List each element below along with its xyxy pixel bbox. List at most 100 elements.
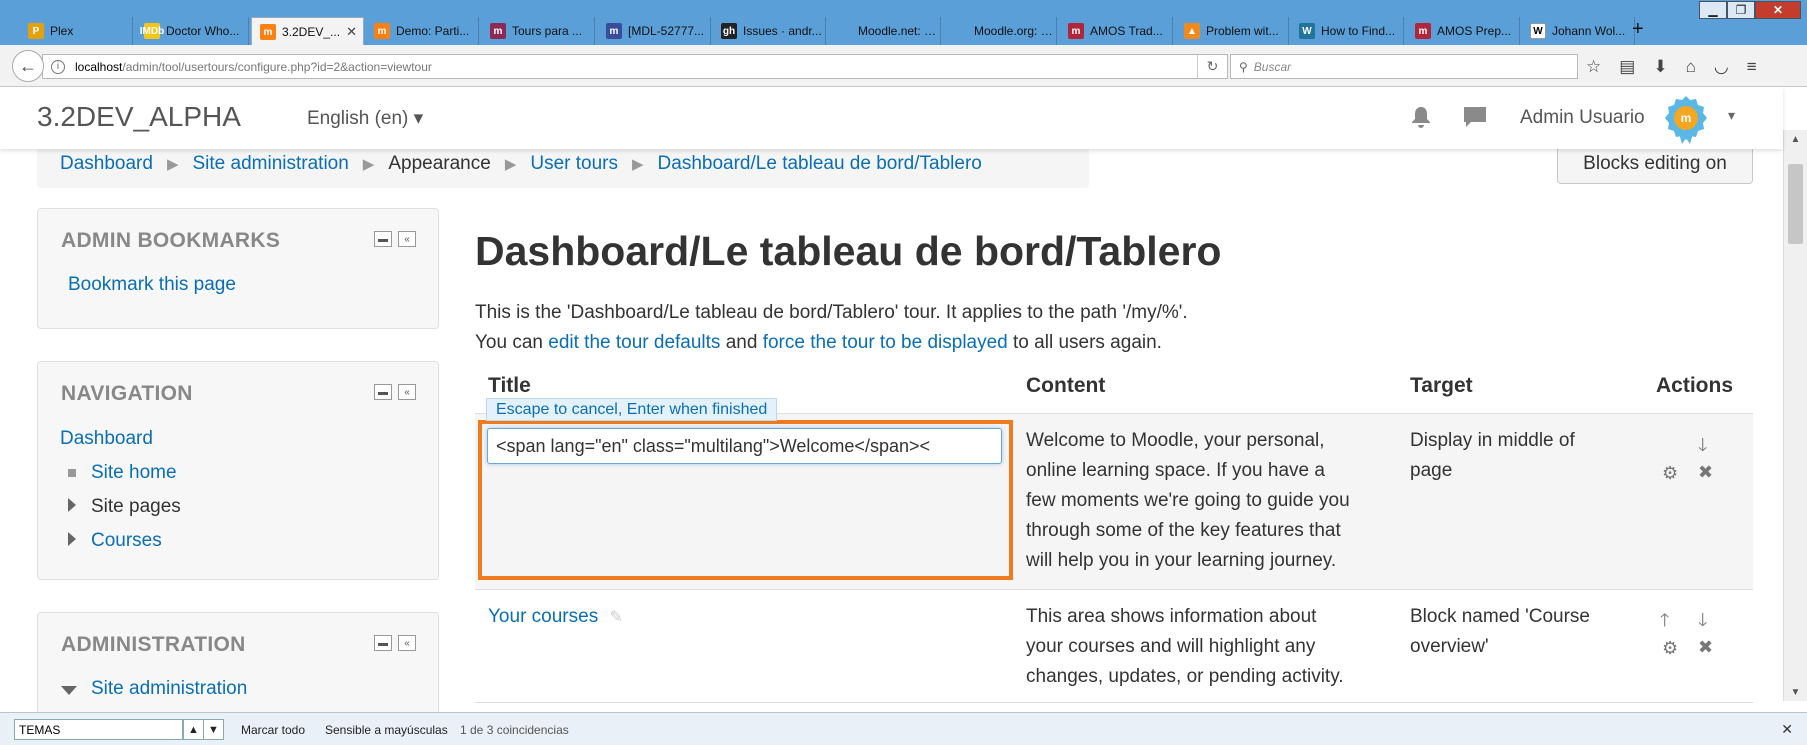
- force-tour-display-link[interactable]: force the tour to be displayed: [763, 332, 1008, 353]
- find-next-icon[interactable]: ▼: [203, 719, 224, 740]
- delete-icon[interactable]: ✖: [1698, 637, 1713, 658]
- edit-settings-gear-icon[interactable]: ⚙: [1662, 638, 1678, 659]
- move-up-icon[interactable]: 🡑: [1660, 608, 1669, 638]
- dock-icon[interactable]: «: [398, 231, 416, 247]
- minimize-button[interactable]: ▁: [1699, 1, 1727, 19]
- browser-tab[interactable]: m AMOS Prep...: [1407, 17, 1520, 45]
- browser-tab[interactable]: m AMOS Trad...: [1060, 17, 1173, 45]
- tour-description: This is the 'Dashboard/Le tableau de bor…: [475, 302, 1188, 323]
- find-previous-icon[interactable]: ▲: [183, 719, 204, 740]
- pocket-icon[interactable]: ◡: [1714, 57, 1729, 77]
- browser-tab[interactable]: Moodle.net: Use...: [828, 17, 941, 45]
- breadcrumb-site-administration[interactable]: Site administration: [193, 153, 349, 175]
- move-down-icon[interactable]: 🡓: [1698, 433, 1707, 463]
- maximize-button[interactable]: ❐: [1727, 1, 1755, 19]
- nav-site-home-link[interactable]: Site home: [91, 462, 177, 484]
- close-window-button[interactable]: ✕: [1755, 1, 1801, 19]
- home-icon[interactable]: ⌂: [1686, 57, 1696, 77]
- expand-arrow-icon[interactable]: [68, 532, 76, 546]
- bookmark-this-page-link[interactable]: Bookmark this page: [68, 274, 236, 296]
- close-find-bar-icon[interactable]: ✕: [1781, 721, 1793, 738]
- messages-icon[interactable]: [1462, 105, 1488, 135]
- breadcrumb-dashboard[interactable]: Dashboard: [60, 153, 153, 175]
- browser-tab[interactable]: m 3.2DEV_... ✕: [251, 17, 364, 46]
- breadcrumb-appearance: Appearance: [388, 153, 491, 174]
- collapse-icon[interactable]: ▬: [374, 384, 392, 400]
- tab-favicon-icon: P: [28, 23, 44, 39]
- collapse-icon[interactable]: ▬: [374, 635, 392, 651]
- tour-step-title-input[interactable]: [487, 428, 1002, 464]
- browser-tab-strip: P Plex IMDb Doctor Who... m 3.2DEV_... ✕ m Demo:…: [0, 0, 1807, 46]
- edit-tour-defaults-link[interactable]: edit the tour defaults: [548, 332, 720, 353]
- scroll-up-icon[interactable]: ▲: [1784, 130, 1807, 148]
- browser-tab[interactable]: W Johann Wol...: [1522, 17, 1635, 45]
- nav-site-administration-link[interactable]: Site administration: [91, 678, 247, 700]
- edit-settings-gear-icon[interactable]: ⚙: [1662, 463, 1678, 484]
- back-button[interactable]: ←: [12, 50, 44, 82]
- browser-tab[interactable]: IMDb Doctor Who...: [136, 17, 249, 45]
- info-icon[interactable]: i: [51, 59, 65, 74]
- browser-tab[interactable]: Moodle.org: Mo...: [944, 17, 1057, 45]
- tab-label: Plex: [50, 24, 74, 38]
- collapse-arrow-icon[interactable]: [61, 686, 77, 695]
- row2-target: Block named 'Course overview': [1410, 602, 1590, 662]
- page-scrollbar[interactable]: ▲ ▼: [1783, 130, 1807, 701]
- block-title: NAVIGATION: [61, 382, 193, 405]
- breadcrumb-separator-icon: ▶: [632, 156, 644, 173]
- your-courses-link[interactable]: Your courses: [488, 606, 598, 627]
- browser-tab[interactable]: gh Issues · andr...: [713, 17, 826, 45]
- nav-courses-link[interactable]: Courses: [91, 530, 162, 552]
- browser-tab[interactable]: P Plex: [20, 17, 133, 45]
- expand-arrow-icon[interactable]: [68, 498, 76, 512]
- notifications-bell-icon[interactable]: [1410, 105, 1432, 135]
- breadcrumb-current-tour[interactable]: Dashboard/Le tableau de bord/Tablero: [658, 153, 982, 175]
- url-path: /admin/tool/usertours/configure.php?id=2…: [122, 59, 432, 74]
- download-icon[interactable]: ⬇: [1653, 57, 1667, 77]
- language-menu[interactable]: English (en) ▾: [307, 107, 423, 130]
- nav-dashboard-link[interactable]: Dashboard: [60, 428, 153, 450]
- browser-tab[interactable]: ▲ Problem wit...: [1176, 17, 1289, 45]
- breadcrumb-user-tours[interactable]: User tours: [530, 153, 618, 175]
- bookmark-star-icon[interactable]: ☆: [1586, 57, 1601, 77]
- scroll-down-icon[interactable]: ▼: [1784, 683, 1807, 701]
- target-line: page: [1410, 460, 1453, 481]
- site-name[interactable]: 3.2DEV_ALPHA: [37, 101, 241, 133]
- collapse-icon[interactable]: ▬: [374, 231, 392, 247]
- browser-tab[interactable]: m [MDL-52777...: [598, 17, 711, 45]
- hamburger-menu-icon[interactable]: ≡: [1747, 57, 1757, 77]
- user-menu-toggle[interactable]: ▾: [1728, 107, 1735, 124]
- move-down-icon[interactable]: 🡓: [1698, 608, 1707, 638]
- pencil-edit-icon[interactable]: ✎: [609, 609, 622, 626]
- browser-search-bar[interactable]: ⚲ Buscar: [1230, 54, 1578, 79]
- reload-icon[interactable]: ↻: [1197, 55, 1227, 78]
- target-line: Display in middle of: [1410, 430, 1575, 451]
- search-placeholder: Buscar: [1253, 59, 1292, 74]
- nav-site-pages[interactable]: Site pages: [91, 496, 181, 518]
- browser-tab[interactable]: m Demo: Parti...: [366, 17, 479, 45]
- administration-block: ADMINISTRATION ▬ « Site administration: [37, 612, 439, 722]
- window-controls: ▁ ❐ ✕: [1699, 1, 1801, 19]
- row-divider: [475, 589, 1753, 590]
- browser-tab[interactable]: W How to Find...: [1291, 17, 1404, 45]
- column-header-content: Content: [1026, 374, 1106, 397]
- blocks-editing-button[interactable]: Blocks editing on: [1557, 143, 1753, 184]
- tab-label: Tours para ...: [512, 24, 583, 38]
- bullet-icon: [68, 469, 76, 477]
- target-line: overview': [1410, 636, 1489, 657]
- user-avatar[interactable]: m: [1662, 94, 1710, 144]
- find-input[interactable]: [14, 719, 183, 740]
- dock-icon[interactable]: «: [398, 384, 416, 400]
- new-tab-button[interactable]: +: [1632, 18, 1644, 41]
- row1-target: Display in middle of page: [1410, 426, 1575, 486]
- browser-tab[interactable]: m Tours para ...: [482, 17, 595, 45]
- close-tab-icon[interactable]: ✕: [346, 24, 357, 40]
- url-bar[interactable]: i localhost/admin/tool/usertours/configu…: [42, 54, 1228, 79]
- block-controls: ▬ «: [374, 384, 416, 400]
- reading-list-icon[interactable]: ▤: [1619, 57, 1635, 77]
- delete-icon[interactable]: ✖: [1698, 462, 1713, 483]
- scrollbar-thumb[interactable]: [1788, 164, 1803, 244]
- match-case-option[interactable]: Sensible a mayúsculas: [325, 723, 448, 737]
- user-name[interactable]: Admin Usuario: [1520, 107, 1645, 129]
- dock-icon[interactable]: «: [398, 635, 416, 651]
- highlight-all-option[interactable]: Marcar todo: [241, 723, 305, 737]
